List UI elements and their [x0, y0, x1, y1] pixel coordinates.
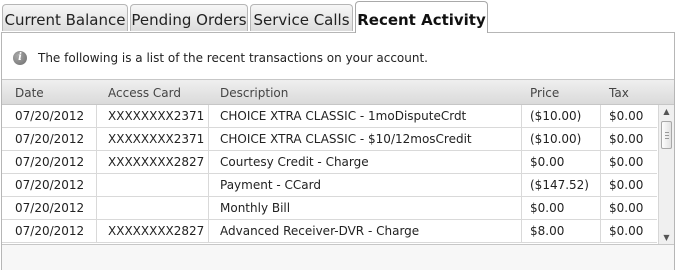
- cell-price: ($147.52): [522, 174, 601, 197]
- cell-date: 07/20/2012: [2, 174, 97, 197]
- cell-description: Advanced Receiver-DVR - Charge: [209, 220, 522, 243]
- info-icon: i: [13, 51, 27, 65]
- column-header-tax[interactable]: Tax: [609, 86, 629, 100]
- column-header-date[interactable]: Date: [15, 86, 44, 100]
- cell-access-card: XXXXXXXX2371: [97, 105, 209, 128]
- cell-description: CHOICE XTRA CLASSIC - 1moDisputeCrdt: [209, 105, 522, 128]
- cell-date: 07/20/2012: [2, 151, 97, 174]
- cell-description: Monthly Bill: [209, 197, 522, 220]
- cell-price: ($10.00): [522, 105, 601, 128]
- tab-label: Pending Orders: [131, 11, 247, 29]
- cell-description: Payment - CCard: [209, 174, 522, 197]
- column-header-price[interactable]: Price: [530, 86, 559, 100]
- cell-tax: $0.00: [609, 201, 644, 215]
- tab-pending-orders[interactable]: Pending Orders: [130, 4, 248, 31]
- cell-price: $0.00: [522, 151, 601, 174]
- tab-recent-activity[interactable]: Recent Activity: [355, 1, 488, 33]
- recent-activity-panel: i The following is a list of the recent …: [1, 32, 675, 270]
- cell-date: 07/20/2012: [2, 128, 97, 151]
- grip-line: [665, 138, 669, 139]
- cell-date: 07/20/2012: [2, 220, 97, 243]
- vertical-scrollbar[interactable]: ▲ ▼: [658, 105, 674, 245]
- grip-line: [665, 132, 669, 133]
- cell-access-card: XXXXXXXX2371: [97, 128, 209, 151]
- cell-access-card: XXXXXXXX2827: [97, 151, 209, 174]
- tab-label: Service Calls: [253, 11, 350, 29]
- table-row[interactable]: 07/20/2012 Monthly Bill $0.00 $0.00: [2, 197, 657, 220]
- cell-access-card: [97, 174, 209, 197]
- tab-label: Recent Activity: [357, 11, 486, 29]
- grid-body[interactable]: 07/20/2012 XXXXXXXX2371 CHOICE XTRA CLAS…: [2, 105, 657, 245]
- grip-line: [665, 135, 669, 136]
- tab-label: Current Balance: [4, 11, 126, 29]
- scrollbar-thumb[interactable]: [661, 121, 672, 149]
- table-row[interactable]: 07/20/2012 XXXXXXXX2371 CHOICE XTRA CLAS…: [2, 128, 657, 151]
- arrow-up-icon[interactable]: ▲: [659, 105, 674, 119]
- cell-description: CHOICE XTRA CLASSIC - $10/12mosCredit: [209, 128, 522, 151]
- info-text: The following is a list of the recent tr…: [38, 51, 428, 65]
- cell-access-card: [97, 197, 209, 220]
- cell-description: Courtesy Credit - Charge: [209, 151, 522, 174]
- table-row[interactable]: 07/20/2012 XXXXXXXX2827 Courtesy Credit …: [2, 151, 657, 174]
- transactions-grid: Date Access Card Description Price Tax 0…: [2, 79, 674, 245]
- table-row[interactable]: 07/20/2012 XXXXXXXX2371 CHOICE XTRA CLAS…: [2, 105, 657, 128]
- tab-bar: Current Balance Pending Orders Service C…: [0, 0, 676, 33]
- cell-date: 07/20/2012: [2, 197, 97, 220]
- cell-price: $0.00: [522, 197, 601, 220]
- arrow-down-icon[interactable]: ▼: [659, 231, 674, 245]
- cell-tax: $0.00: [609, 224, 644, 238]
- column-header-access-card[interactable]: Access Card: [108, 86, 181, 100]
- cell-price: ($10.00): [522, 128, 601, 151]
- tab-service-calls[interactable]: Service Calls: [250, 4, 353, 31]
- cell-tax: $0.00: [609, 178, 644, 192]
- cell-tax: $0.00: [609, 155, 644, 169]
- cell-price: $8.00: [522, 220, 601, 243]
- cell-tax: $0.00: [609, 109, 644, 123]
- cell-tax: $0.00: [609, 132, 644, 146]
- grid-header: Date Access Card Description Price Tax: [2, 80, 674, 105]
- cell-access-card: XXXXXXXX2827: [97, 220, 209, 243]
- cell-date: 07/20/2012: [2, 105, 97, 128]
- table-row[interactable]: 07/20/2012 XXXXXXXX2827 Advanced Receive…: [2, 220, 657, 243]
- tab-current-balance[interactable]: Current Balance: [2, 4, 128, 31]
- table-row[interactable]: 07/20/2012 Payment - CCard ($147.52) $0.…: [2, 174, 657, 197]
- column-header-description[interactable]: Description: [220, 86, 288, 100]
- grid-footer: [2, 244, 674, 270]
